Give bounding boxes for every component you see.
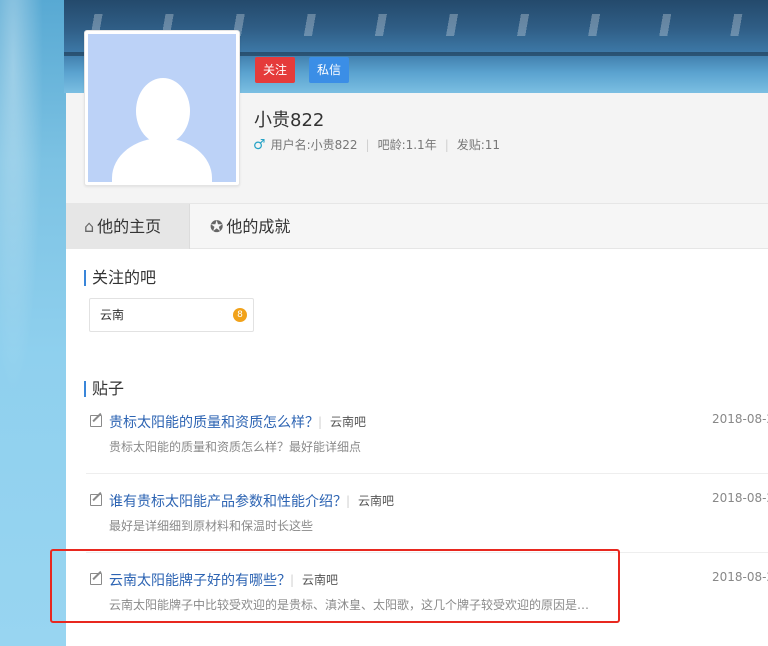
post-item: 贵标太阳能的质量和资质怎么样？ 云南吧 2018-08-2 贵标太阳能的质量和资… (88, 412, 768, 488)
tab-home[interactable]: ⌂ 他的主页 (66, 204, 190, 249)
level-badge-icon: 8 (233, 308, 247, 322)
post-forum[interactable]: 云南吧 (318, 413, 366, 430)
tab-home-label: 他的主页 (97, 217, 162, 236)
followed-forums-title: 关注的吧 (84, 270, 156, 286)
message-button[interactable]: 私信 (309, 57, 350, 83)
post-summary: 最好是详细细到原材料和保温时长这些 (109, 519, 314, 533)
tab-achievements-label: 他的成就 (226, 217, 291, 236)
male-symbol-icon: ♂ (253, 136, 266, 153)
forum-chip-yunnan[interactable]: 云南 8 (89, 298, 254, 332)
post-date: 2018-08-2 (712, 412, 768, 426)
avatar[interactable] (84, 30, 240, 186)
edit-icon (90, 415, 102, 427)
home-icon: ⌂ (84, 217, 95, 236)
posts-section-title: 贴子 (84, 381, 124, 397)
posts-count-text: 发贴:11 (456, 138, 501, 152)
post-date: 2018-08-2 (712, 491, 768, 505)
forum-chip-label: 云南 (100, 308, 125, 322)
post-date: 2018-08-2 (712, 570, 768, 584)
post-title[interactable]: 贵标太阳能的质量和资质怎么样？ (109, 412, 319, 432)
edit-icon (90, 494, 102, 506)
tab-achievements[interactable]: ✪ 他的成就 (190, 204, 320, 249)
post-summary: 贵标太阳能的质量和资质怎么样？最好能详细点 (109, 440, 362, 454)
divider (86, 473, 768, 474)
post-forum[interactable]: 云南吧 (346, 492, 394, 509)
tieba-age-text: 吧龄:1.1年 (377, 138, 437, 152)
highlight-box (50, 549, 620, 623)
post-title[interactable]: 谁有贵标太阳能产品参数和性能介绍？ (109, 491, 347, 511)
follow-button[interactable]: 关注 (255, 57, 296, 83)
medal-icon: ✪ (210, 217, 224, 236)
profile-tabs: ⌂ 他的主页 ✪ 他的成就 (66, 203, 768, 249)
default-avatar-icon (88, 34, 236, 182)
profile-meta: ♂ 用户名:小贵822 | 吧龄:1.1年 | 发贴:11 (253, 136, 501, 153)
profile-name: 小贵822 (254, 110, 325, 131)
username-text: 用户名:小贵822 (270, 138, 358, 152)
